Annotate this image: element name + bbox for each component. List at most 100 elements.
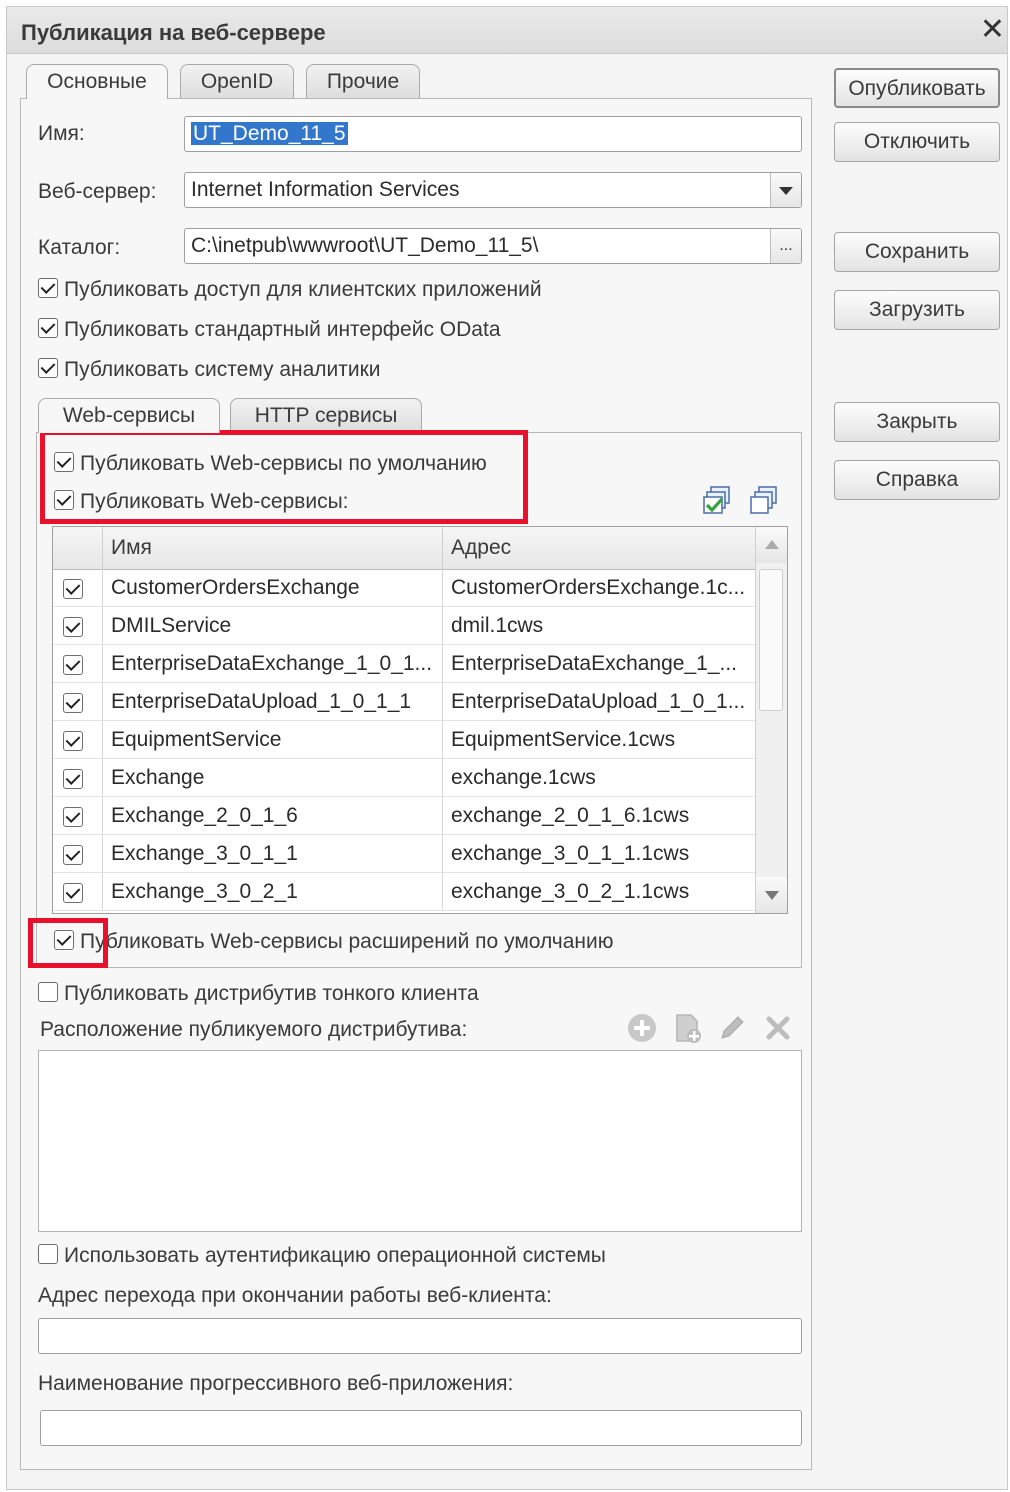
header-name[interactable]: Имя [103,527,443,569]
checkbox-label: Публиковать Web-сервисы расширений по ум… [80,930,614,953]
publish-analytics-checkbox[interactable]: Публиковать систему аналитики [38,358,381,386]
checkbox-icon [63,579,83,600]
table-scrollbar[interactable] [755,527,787,913]
pwa-name-input[interactable] [40,1410,802,1446]
delete-icon[interactable] [762,1012,794,1044]
table-row[interactable]: EnterpriseDataUpload_1_0_1_1 EnterpriseD… [53,683,757,721]
checkbox-icon [54,452,74,473]
checkbox-icon [63,883,83,904]
checkbox-label: Использовать аутентификацию операционной… [64,1244,606,1267]
row-checkbox[interactable] [53,645,103,682]
checkbox-label: Публиковать дистрибутив тонкого клиента [64,982,479,1005]
catalog-input[interactable]: C:\inetpub\wwwroot\UT_Demo_11_5\ ... [184,228,802,264]
publish-ws-default-checkbox[interactable]: Публиковать Web-сервисы по умолчанию [54,452,487,480]
distributive-location-list[interactable] [38,1050,802,1232]
window-title: Публикация на веб-сервере [21,20,326,45]
table-row[interactable]: Exchange_3_0_2_1 exchange_3_0_2_1.1cws [53,873,757,911]
row-name: Exchange_3_0_2_1 [103,873,443,910]
checkbox-icon [63,769,83,790]
checkbox-icon [63,693,83,714]
tab-http-services[interactable]: HTTP сервисы [230,398,422,432]
table-row[interactable]: Exchange exchange.1cws [53,759,757,797]
table-row[interactable]: Exchange_2_0_1_6 exchange_2_0_1_6.1cws [53,797,757,835]
row-address: exchange_3_0_2_1.1cws [451,880,690,903]
publish-ws-checkbox[interactable]: Публиковать Web-сервисы: [54,490,349,518]
table-row[interactable]: EnterpriseDataExchange_1_0_1... Enterpri… [53,645,757,683]
checkbox-icon [63,655,83,676]
tab-openid[interactable]: OpenID [180,64,294,98]
add-icon[interactable] [626,1012,658,1044]
row-name: DMILService [103,607,443,644]
copy-icon[interactable] [672,1012,704,1044]
distributive-location-label: Расположение публикуемого дистрибутива: [40,1018,468,1041]
disable-button[interactable]: Отключить [834,122,1000,162]
checkbox-label: Публиковать Web-сервисы: [80,490,349,513]
tab-web-services[interactable]: Web-сервисы [38,398,220,433]
tab-other[interactable]: Прочие [306,64,420,98]
name-input[interactable]: UT_Demo_11_5 [184,116,802,152]
row-checkbox[interactable] [53,797,103,834]
webserver-select-value: Internet Information Services [191,178,460,201]
row-name: Exchange_3_0_1_1 [103,835,443,872]
checkbox-icon [63,731,83,752]
close-icon[interactable]: ✕ [980,15,1005,45]
save-button[interactable]: Сохранить [834,232,1000,272]
row-name: EquipmentService [103,721,443,758]
scroll-up-icon[interactable] [756,527,787,563]
table-header: Имя Адрес [53,527,757,570]
publish-button[interactable]: Опубликовать [834,68,1000,108]
webserver-select[interactable]: Internet Information Services [184,172,802,208]
browse-button[interactable]: ... [770,229,801,263]
checkbox-label: Публиковать стандартный интерфейс OData [64,318,501,341]
row-checkbox[interactable] [53,759,103,796]
row-checkbox[interactable] [53,569,103,606]
row-name: CustomerOrdersExchange [103,569,443,606]
row-checkbox[interactable] [53,835,103,872]
publish-thin-client-checkbox[interactable]: Публиковать дистрибутив тонкого клиента [38,982,479,1010]
header-checkbox-column [53,527,103,569]
row-name: Exchange_2_0_1_6 [103,797,443,834]
row-address: EquipmentService.1cws [451,728,676,751]
catalog-input-value: C:\inetpub\wwwroot\UT_Demo_11_5\ [191,234,539,257]
row-address: exchange_3_0_1_1.1cws [451,842,690,865]
publish-client-apps-checkbox[interactable]: Публиковать доступ для клиентских прилож… [38,278,542,306]
row-checkbox[interactable] [53,607,103,644]
chevron-down-icon[interactable] [770,173,801,207]
checkbox-icon [54,490,74,511]
row-checkbox[interactable] [53,721,103,758]
os-auth-checkbox[interactable]: Использовать аутентификацию операционной… [38,1244,606,1272]
help-button[interactable]: Справка [834,460,1000,500]
checkbox-icon [63,807,83,828]
row-checkbox[interactable] [53,683,103,720]
row-checkbox[interactable] [53,873,103,910]
table-row[interactable]: DMILService dmil.1cws [53,607,757,645]
table-row[interactable]: Exchange_3_0_1_1 exchange_3_0_1_1.1cws [53,835,757,873]
exit-address-input[interactable] [38,1318,802,1354]
table-row[interactable]: CustomerOrdersExchange CustomerOrdersExc… [53,569,757,607]
publish-odata-checkbox[interactable]: Публиковать стандартный интерфейс OData [38,318,501,346]
title-bar: Публикация на веб-сервере ✕ [7,7,1007,54]
name-label: Имя: [38,122,85,145]
row-address: exchange_2_0_1_6.1cws [451,804,690,827]
scroll-thumb[interactable] [759,569,783,711]
pwa-name-label: Наименование прогрессивного веб-приложен… [38,1372,514,1395]
checkbox-icon [63,845,83,866]
uncheck-all-icon[interactable] [748,484,780,516]
webserver-label: Веб-сервер: [38,180,157,203]
row-address: EnterpriseDataExchange_1_... [451,652,738,675]
checkbox-label: Публиковать систему аналитики [64,358,381,381]
load-button[interactable]: Загрузить [834,290,1000,330]
header-address[interactable]: Адрес [443,527,757,569]
row-address: EnterpriseDataUpload_1_0_1... [451,690,746,713]
checkbox-icon [38,318,58,339]
publish-ext-ws-default-checkbox[interactable]: Публиковать Web-сервисы расширений по ум… [54,930,613,958]
check-all-icon[interactable] [702,484,734,516]
tab-main[interactable]: Основные [26,64,168,99]
close-button[interactable]: Закрыть [834,402,1000,442]
row-address: dmil.1cws [451,614,544,637]
checkbox-icon [38,982,58,1003]
checkbox-label: Публиковать доступ для клиентских прилож… [64,278,542,301]
scroll-down-icon[interactable] [756,877,787,913]
edit-icon[interactable] [716,1012,748,1044]
table-row[interactable]: EquipmentService EquipmentService.1cws [53,721,757,759]
